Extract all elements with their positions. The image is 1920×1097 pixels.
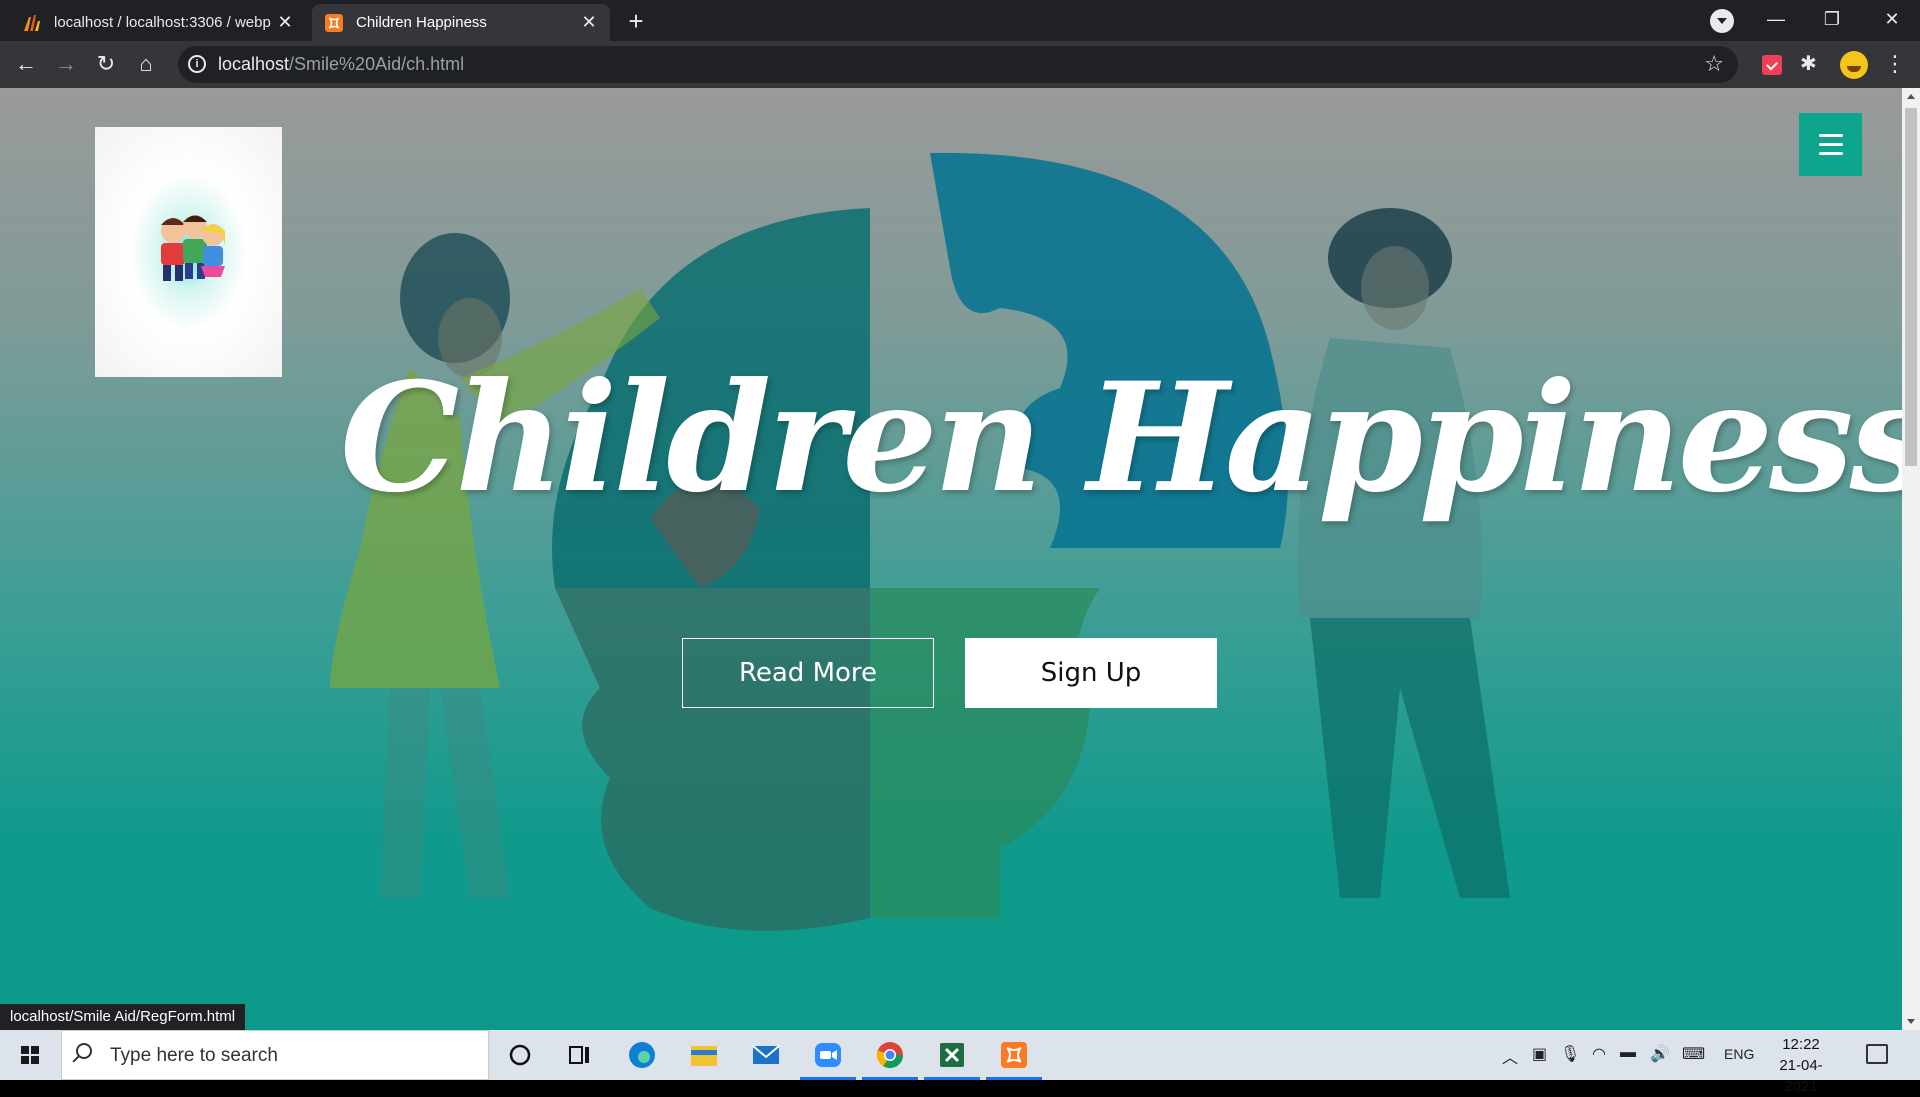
profile-avatar[interactable] bbox=[1840, 51, 1868, 79]
phpmyadmin-icon bbox=[24, 14, 40, 31]
tab-search-icon[interactable] bbox=[1710, 9, 1734, 33]
tab-phpmyadmin[interactable]: localhost / localhost:3306 / webp ✕ bbox=[10, 4, 306, 41]
hero-title: Children Happiness bbox=[340, 350, 1902, 526]
extensions-puzzle-icon[interactable]: ✱ bbox=[1800, 51, 1817, 76]
tab-children-happiness[interactable]: Children Happiness ✕ bbox=[312, 4, 610, 41]
hamburger-line bbox=[1818, 134, 1843, 137]
microphone-icon[interactable]: 🎙 bbox=[1560, 1044, 1580, 1064]
minimize-icon[interactable]: — bbox=[1748, 0, 1804, 41]
xampp-icon[interactable] bbox=[998, 1040, 1030, 1070]
tab-title: localhost / localhost:3306 / webp bbox=[54, 14, 271, 31]
link-status-bubble: localhost/Smile Aid/RegForm.html bbox=[0, 1004, 246, 1030]
bookmark-star-icon[interactable]: ☆ bbox=[1704, 51, 1724, 77]
volume-icon[interactable]: 🔊 bbox=[1650, 1044, 1670, 1064]
network-wifi-icon[interactable]: ◠ bbox=[1592, 1044, 1606, 1064]
scroll-up-icon[interactable] bbox=[1907, 94, 1915, 99]
close-tab-icon[interactable]: ✕ bbox=[580, 12, 598, 33]
meet-now-icon[interactable]: ▣ bbox=[1532, 1044, 1547, 1064]
battery-icon[interactable]: ▬ bbox=[1620, 1044, 1636, 1062]
windows-taskbar: Type here to search ︿ ▣ 🎙 ◠ ▬ 🔊 ⌨ ENG 12… bbox=[0, 1030, 1920, 1095]
pocket-extension-icon[interactable] bbox=[1762, 55, 1782, 75]
scrollbar-thumb[interactable] bbox=[1905, 108, 1917, 466]
xampp-icon bbox=[325, 13, 343, 32]
new-tab-button[interactable]: + bbox=[620, 8, 652, 36]
edge-icon[interactable] bbox=[626, 1040, 658, 1070]
menu-toggle-button[interactable] bbox=[1799, 113, 1862, 176]
back-icon[interactable]: ← bbox=[10, 49, 42, 81]
scroll-down-icon[interactable] bbox=[1907, 1019, 1915, 1024]
clock-date: 21-04-2021 bbox=[1779, 1057, 1823, 1095]
close-window-icon[interactable]: ✕ bbox=[1864, 0, 1920, 41]
language-indicator[interactable]: ENG bbox=[1724, 1046, 1754, 1062]
taskbar-search-box[interactable]: Type here to search bbox=[61, 1030, 489, 1080]
tab-title: Children Happiness bbox=[356, 14, 487, 31]
forward-icon[interactable]: → bbox=[50, 49, 82, 81]
hamburger-line bbox=[1818, 143, 1843, 146]
browser-menu-icon[interactable]: ⋮ bbox=[1884, 51, 1906, 77]
chrome-icon[interactable] bbox=[874, 1040, 906, 1070]
cortana-icon[interactable] bbox=[504, 1040, 536, 1070]
windows-start-icon[interactable] bbox=[0, 1030, 60, 1080]
children-logo-image bbox=[161, 215, 225, 281]
hamburger-line bbox=[1818, 152, 1843, 155]
touch-keyboard-icon[interactable]: ⌨ bbox=[1682, 1044, 1705, 1064]
reload-icon[interactable]: ↻ bbox=[90, 49, 122, 81]
page-viewport: Children Happiness Read More Sign Up bbox=[0, 88, 1902, 1030]
mail-icon[interactable] bbox=[750, 1040, 782, 1070]
search-placeholder: Type here to search bbox=[110, 1045, 278, 1066]
browser-tabstrip: localhost / localhost:3306 / webp ✕ Chil… bbox=[0, 0, 1920, 41]
restore-icon[interactable]: ❐ bbox=[1804, 0, 1860, 41]
show-hidden-icons-chevron-icon[interactable]: ︿ bbox=[1502, 1044, 1518, 1068]
file-explorer-icon[interactable] bbox=[688, 1040, 720, 1070]
action-center-icon[interactable] bbox=[1866, 1044, 1888, 1064]
task-view-icon[interactable] bbox=[564, 1040, 596, 1070]
site-logo[interactable] bbox=[95, 127, 282, 377]
page-scrollbar[interactable] bbox=[1902, 88, 1920, 1030]
taskbar-clock[interactable]: 12:22 21-04-2021 bbox=[1766, 1034, 1836, 1097]
address-bar[interactable]: i localhost/Smile%20Aid/ch.html ☆ bbox=[178, 46, 1738, 83]
search-icon bbox=[76, 1043, 92, 1059]
excel-icon[interactable] bbox=[936, 1040, 968, 1070]
home-icon[interactable]: ⌂ bbox=[130, 49, 162, 81]
sign-up-button[interactable]: Sign Up bbox=[965, 638, 1217, 708]
read-more-button[interactable]: Read More bbox=[682, 638, 934, 708]
zoom-icon[interactable] bbox=[812, 1040, 844, 1070]
clock-time: 12:22 bbox=[1782, 1036, 1820, 1053]
site-info-icon[interactable]: i bbox=[188, 55, 206, 73]
browser-toolbar: ← → ↻ ⌂ i localhost/Smile%20Aid/ch.html … bbox=[0, 41, 1920, 88]
close-tab-icon[interactable]: ✕ bbox=[276, 12, 294, 33]
url-text: localhost/Smile%20Aid/ch.html bbox=[218, 54, 465, 74]
hero-background-illustration bbox=[330, 152, 1510, 931]
